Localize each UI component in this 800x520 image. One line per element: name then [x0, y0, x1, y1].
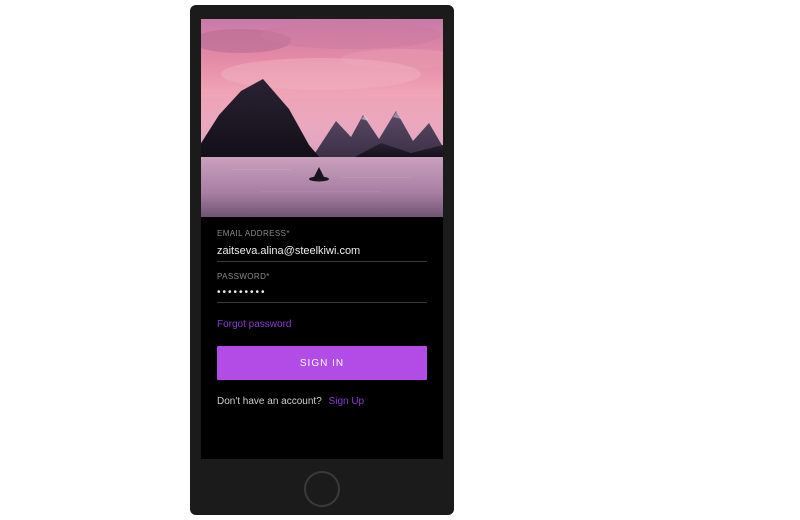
signup-row: Don't have an account? Sign Up	[217, 396, 427, 407]
home-button[interactable]	[304, 471, 340, 507]
signin-button[interactable]: SIGN IN	[217, 346, 427, 380]
stage: EMAIL ADDRESS* PASSWORD* ••••••••• Forgo…	[0, 0, 800, 520]
signup-link[interactable]: Sign Up	[329, 396, 365, 407]
password-label: PASSWORD*	[217, 272, 427, 281]
email-label: EMAIL ADDRESS*	[217, 229, 427, 238]
email-input[interactable]	[217, 242, 427, 262]
password-field-group: PASSWORD* •••••••••	[217, 272, 427, 303]
email-field-group: EMAIL ADDRESS*	[217, 229, 427, 262]
forgot-password-link[interactable]: Forgot password	[217, 319, 427, 330]
signup-prompt: Don't have an account?	[217, 396, 322, 407]
phone-frame: EMAIL ADDRESS* PASSWORD* ••••••••• Forgo…	[190, 5, 454, 515]
screen: EMAIL ADDRESS* PASSWORD* ••••••••• Forgo…	[201, 19, 443, 459]
login-form: EMAIL ADDRESS* PASSWORD* ••••••••• Forgo…	[201, 217, 443, 459]
password-input[interactable]: •••••••••	[217, 284, 427, 303]
hero-image	[201, 19, 443, 217]
